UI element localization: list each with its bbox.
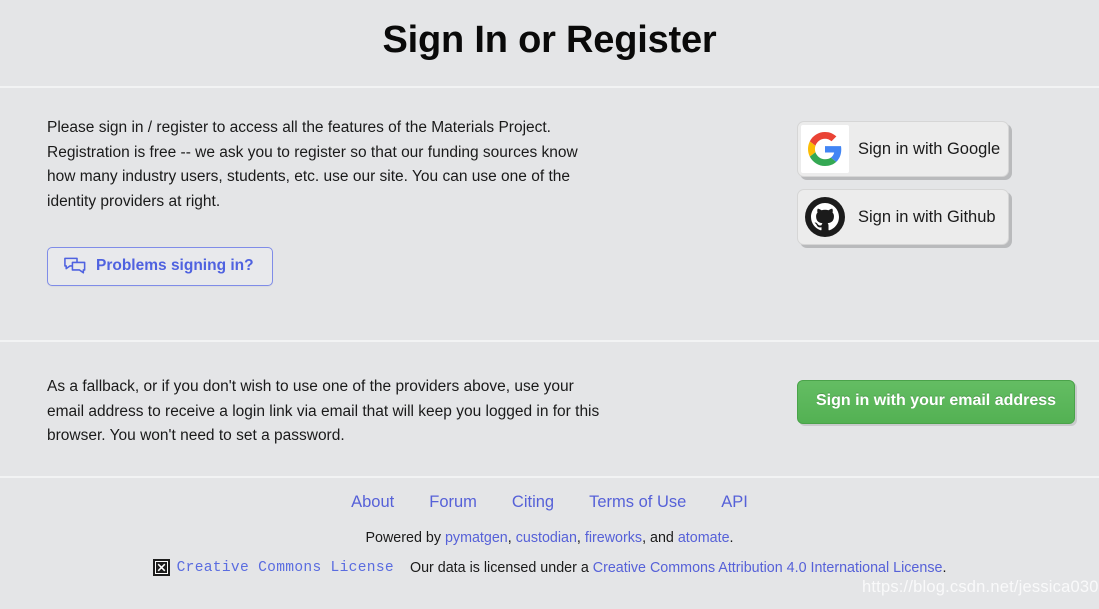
footer-nav: About Forum Citing Terms of Use API <box>0 493 1099 512</box>
powered-by-prefix: Powered by <box>365 530 445 546</box>
page-title: Sign In or Register <box>382 18 717 61</box>
powered-by-line: Powered by pymatgen, custodian, firework… <box>0 530 1099 546</box>
problems-signing-in-label: Problems signing in? <box>96 257 254 275</box>
license-text: Our data is licensed under a Creative Co… <box>410 560 946 576</box>
powered-by-sep-1: , <box>507 530 516 546</box>
license-text-prefix: Our data is licensed under a <box>409 559 593 576</box>
sign-in-with-email-button[interactable]: Sign in with your email address <box>797 380 1076 424</box>
powered-by-link-atomate[interactable]: atomate <box>678 530 730 546</box>
identity-providers-section: Please sign in / register to access all … <box>0 88 1099 342</box>
footer-link-api[interactable]: API <box>721 493 748 512</box>
sign-in-with-google-button[interactable]: Sign in with Google <box>797 121 1009 177</box>
license-text-suffix: . <box>942 559 947 576</box>
signin-page: Sign In or Register Please sign in / reg… <box>0 0 1099 609</box>
license-row: Creative Commons License Our data is lic… <box>0 559 1099 576</box>
intro-paragraph: Please sign in / register to access all … <box>47 119 578 210</box>
fallback-action-column: Sign in with your email address <box>607 380 1076 424</box>
footer-link-terms-of-use[interactable]: Terms of Use <box>589 493 686 512</box>
page-header: Sign In or Register <box>0 0 1099 88</box>
fallback-text-column: As a fallback, or if you don't wish to u… <box>47 375 607 449</box>
license-link[interactable]: Creative Commons Attribution 4.0 Interna… <box>593 560 943 576</box>
sign-in-with-google-label: Sign in with Google <box>858 139 1001 158</box>
creative-commons-image-alt[interactable]: Creative Commons License <box>177 560 394 576</box>
powered-by-sep-2: , <box>576 530 585 546</box>
comments-icon <box>64 257 86 275</box>
providers-action-column: Sign in with Google Sign in with Github <box>607 116 1052 257</box>
powered-by-conjunction: , and <box>642 530 678 546</box>
google-logo-icon <box>801 125 849 173</box>
powered-by-link-fireworks[interactable]: fireworks <box>585 530 642 546</box>
page-footer: About Forum Citing Terms of Use API Powe… <box>0 478 1099 576</box>
watermark: https://blog.csdn.net/jessica0307 <box>862 578 1099 596</box>
broken-image-icon <box>152 559 170 576</box>
sign-in-with-github-label: Sign in with Github <box>858 207 996 226</box>
powered-by-suffix: . <box>729 530 734 546</box>
sign-in-with-email-label: Sign in with your email address <box>816 392 1057 409</box>
powered-by-link-pymatgen[interactable]: pymatgen <box>445 530 508 546</box>
sign-in-with-github-button[interactable]: Sign in with Github <box>797 189 1009 245</box>
problems-signing-in-button[interactable]: Problems signing in? <box>47 247 273 287</box>
powered-by-link-custodian[interactable]: custodian <box>516 530 577 546</box>
footer-link-citing[interactable]: Citing <box>512 493 554 512</box>
github-logo-icon <box>801 193 849 241</box>
footer-link-forum[interactable]: Forum <box>429 493 477 512</box>
providers-text-column: Please sign in / register to access all … <box>47 116 607 287</box>
provider-button-stack: Sign in with Google Sign in with Github <box>797 121 1009 257</box>
fallback-paragraph: As a fallback, or if you don't wish to u… <box>47 378 600 445</box>
footer-link-about[interactable]: About <box>351 493 394 512</box>
email-fallback-section: As a fallback, or if you don't wish to u… <box>0 342 1099 478</box>
